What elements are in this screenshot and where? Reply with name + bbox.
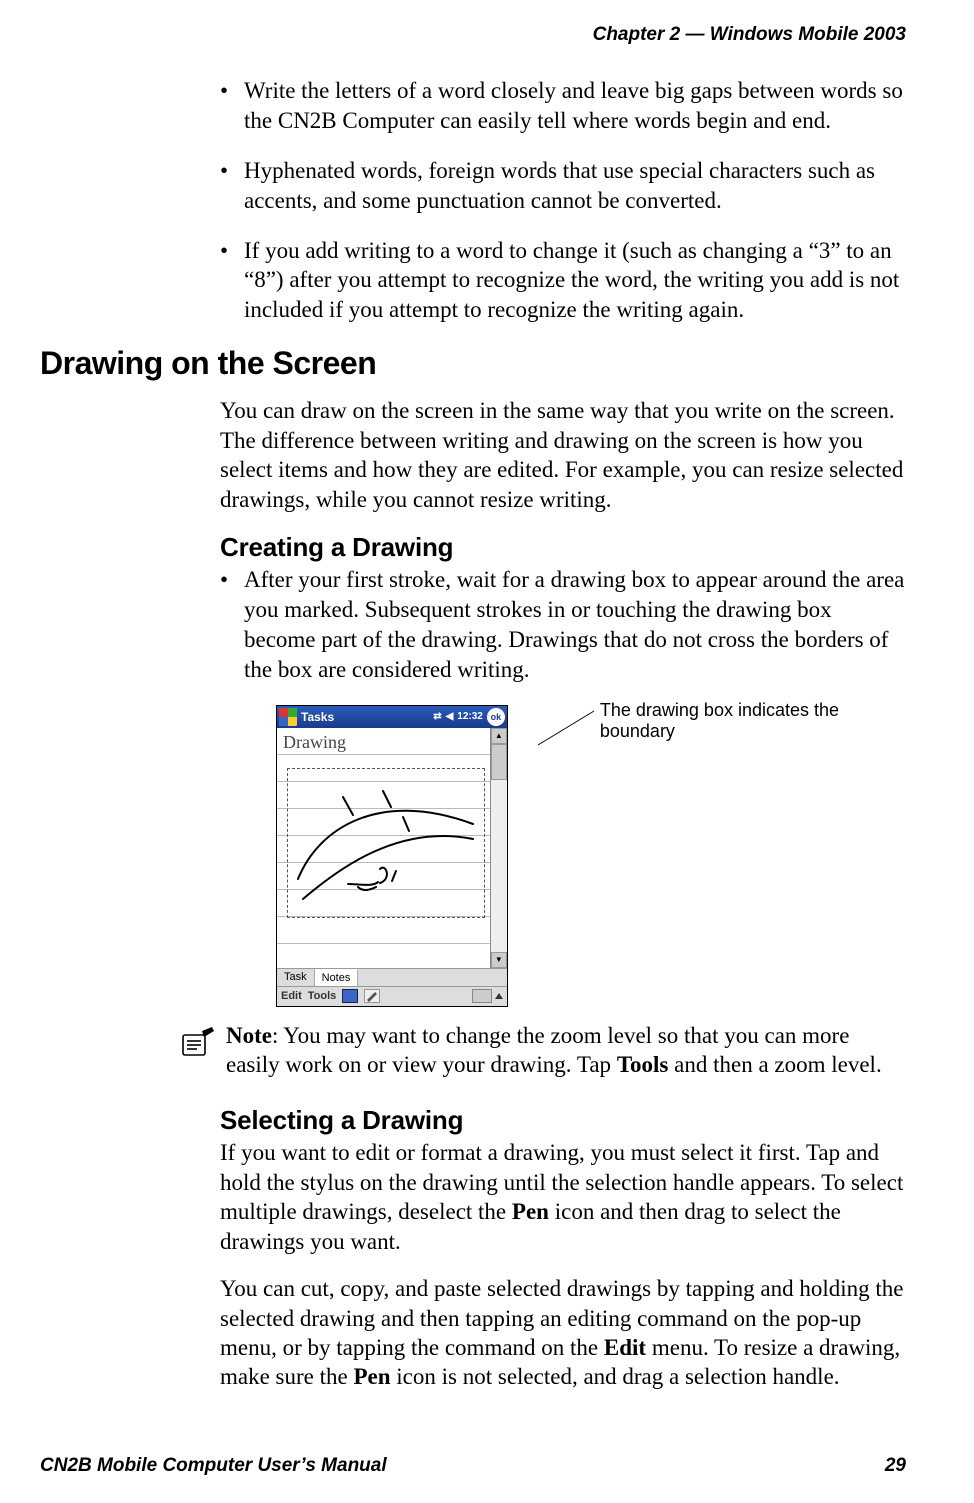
footer-right: 29: [885, 1455, 906, 1477]
note-label: Note: [226, 1023, 272, 1048]
footer-left: CN2B Mobile Computer User’s Manual: [40, 1455, 387, 1477]
sel-2c: icon is not selected, and drag a selecti…: [391, 1364, 840, 1389]
tab-notes: Notes: [315, 969, 359, 986]
caption-text: The drawing box indicates the boundary: [600, 700, 906, 742]
scroll-thumb: [491, 744, 507, 780]
keyboard-icon: [472, 989, 492, 1003]
pen-word-2: Pen: [353, 1364, 390, 1389]
pda-scrollbar: ▲ ▼: [491, 728, 507, 968]
pda-tabs: Task Notes: [277, 968, 507, 986]
note-tools-word: Tools: [617, 1052, 669, 1077]
bullet-item: If you add writing to a word to change i…: [220, 236, 906, 326]
scroll-down-icon: ▼: [491, 952, 507, 968]
pen-icon: [364, 989, 380, 1003]
figure-caption: The drawing box indicates the boundary: [536, 705, 906, 749]
note-icon: [180, 1025, 216, 1061]
pda-titlebar: Tasks ⇄ ◀ 12:32 ok: [277, 706, 507, 728]
pda-bottombar: Edit Tools: [277, 986, 507, 1006]
page-header-right: Chapter 2 — Windows Mobile 2003: [40, 24, 906, 46]
pda-time: 12:32: [457, 711, 483, 722]
subheading-selecting: Selecting a Drawing: [220, 1105, 906, 1136]
bullet-item: After your first stroke, wait for a draw…: [220, 565, 906, 685]
ok-button-icon: ok: [487, 708, 505, 726]
section-heading-drawing: Drawing on the Screen: [40, 345, 906, 382]
subheading-creating: Creating a Drawing: [220, 532, 906, 563]
selecting-paragraph-1: If you want to edit or format a drawing,…: [220, 1138, 906, 1256]
pda-title: Tasks: [301, 710, 334, 724]
menu-tools: Tools: [308, 990, 337, 1002]
bullet-item: Write the letters of a word closely and …: [220, 76, 906, 136]
sip-up-icon: [495, 993, 503, 999]
page-footer: CN2B Mobile Computer User’s Manual 29: [40, 1455, 906, 1477]
creating-bullet-list: After your first stroke, wait for a draw…: [220, 565, 906, 685]
pda-screenshot: Tasks ⇄ ◀ 12:32 ok Drawing: [276, 705, 508, 1007]
section-intro-paragraph: You can draw on the screen in the same w…: [220, 396, 906, 514]
speaker-icon: ◀: [446, 711, 454, 722]
pen-word: Pen: [512, 1199, 549, 1224]
tab-task: Task: [277, 969, 315, 986]
start-flag-icon: [279, 708, 297, 726]
note-text: Note: You may want to change the zoom le…: [226, 1021, 906, 1080]
sketch-lines-icon: [288, 769, 486, 919]
scroll-up-icon: ▲: [491, 728, 507, 744]
top-bullet-list: Write the letters of a word closely and …: [220, 76, 906, 325]
pda-canvas: Drawing: [277, 728, 491, 968]
menu-edit: Edit: [281, 990, 302, 1002]
note-block: Note: You may want to change the zoom le…: [180, 1021, 906, 1080]
figure-row: Tasks ⇄ ◀ 12:32 ok Drawing: [276, 705, 906, 1007]
cassette-icon: [342, 989, 358, 1003]
note-span-b: and then a zoom level.: [668, 1052, 881, 1077]
signal-icon: ⇄: [433, 711, 441, 722]
selecting-paragraph-2: You can cut, copy, and paste selected dr…: [220, 1274, 906, 1392]
handwriting-drawing-label: Drawing: [283, 732, 346, 753]
drawing-box: [287, 768, 485, 918]
leader-line-icon: [536, 705, 596, 749]
edit-word: Edit: [604, 1335, 646, 1360]
bullet-item: Hyphenated words, foreign words that use…: [220, 156, 906, 216]
